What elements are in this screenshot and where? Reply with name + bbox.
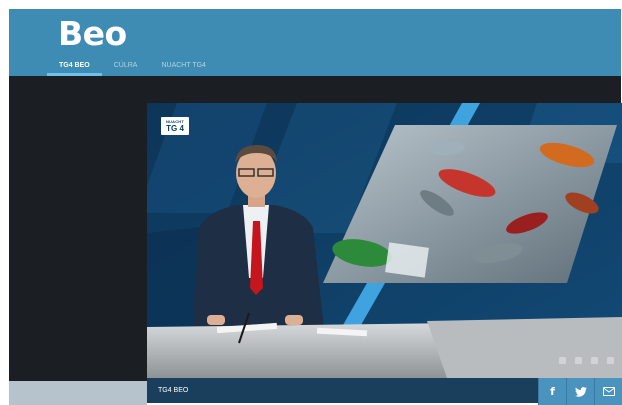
- app-root: Beo TG4 BEO CÚLRA NUACHT TG4 NUACHT TG 4…: [0, 0, 622, 405]
- video-player[interactable]: NUACHT TG 4: [147, 103, 622, 378]
- share-mail-button[interactable]: [594, 378, 622, 405]
- facebook-icon: f: [550, 385, 555, 398]
- site-header: Beo TG4 BEO CÚLRA NUACHT TG4: [9, 9, 621, 76]
- nav-tab-culra[interactable]: CÚLRA: [102, 55, 150, 76]
- video-caption-bar: TG4 BEO: [147, 378, 538, 403]
- twitter-icon: [574, 386, 587, 397]
- left-footer-strip: [9, 381, 147, 405]
- share-twitter-button[interactable]: [566, 378, 594, 405]
- fullscreen-icon[interactable]: [607, 357, 614, 364]
- settings-icon[interactable]: [591, 357, 598, 364]
- mail-icon: [602, 387, 615, 396]
- volume-icon[interactable]: [575, 357, 582, 364]
- player-controls: [559, 357, 614, 364]
- pause-icon[interactable]: [559, 357, 566, 364]
- nav-tab-tg4-beo[interactable]: TG4 BEO: [47, 55, 102, 76]
- share-facebook-button[interactable]: f: [538, 378, 566, 405]
- nuacht-tg4-badge: NUACHT TG 4: [161, 117, 189, 135]
- video-caption-label: TG4 BEO: [158, 387, 189, 394]
- main-nav: TG4 BEO CÚLRA NUACHT TG4: [47, 55, 218, 76]
- site-logo[interactable]: Beo: [58, 14, 127, 53]
- video-frame-image: [147, 103, 622, 378]
- nav-tab-nuacht-tg4[interactable]: NUACHT TG4: [149, 55, 217, 76]
- badge-main-text: TG 4: [166, 124, 184, 133]
